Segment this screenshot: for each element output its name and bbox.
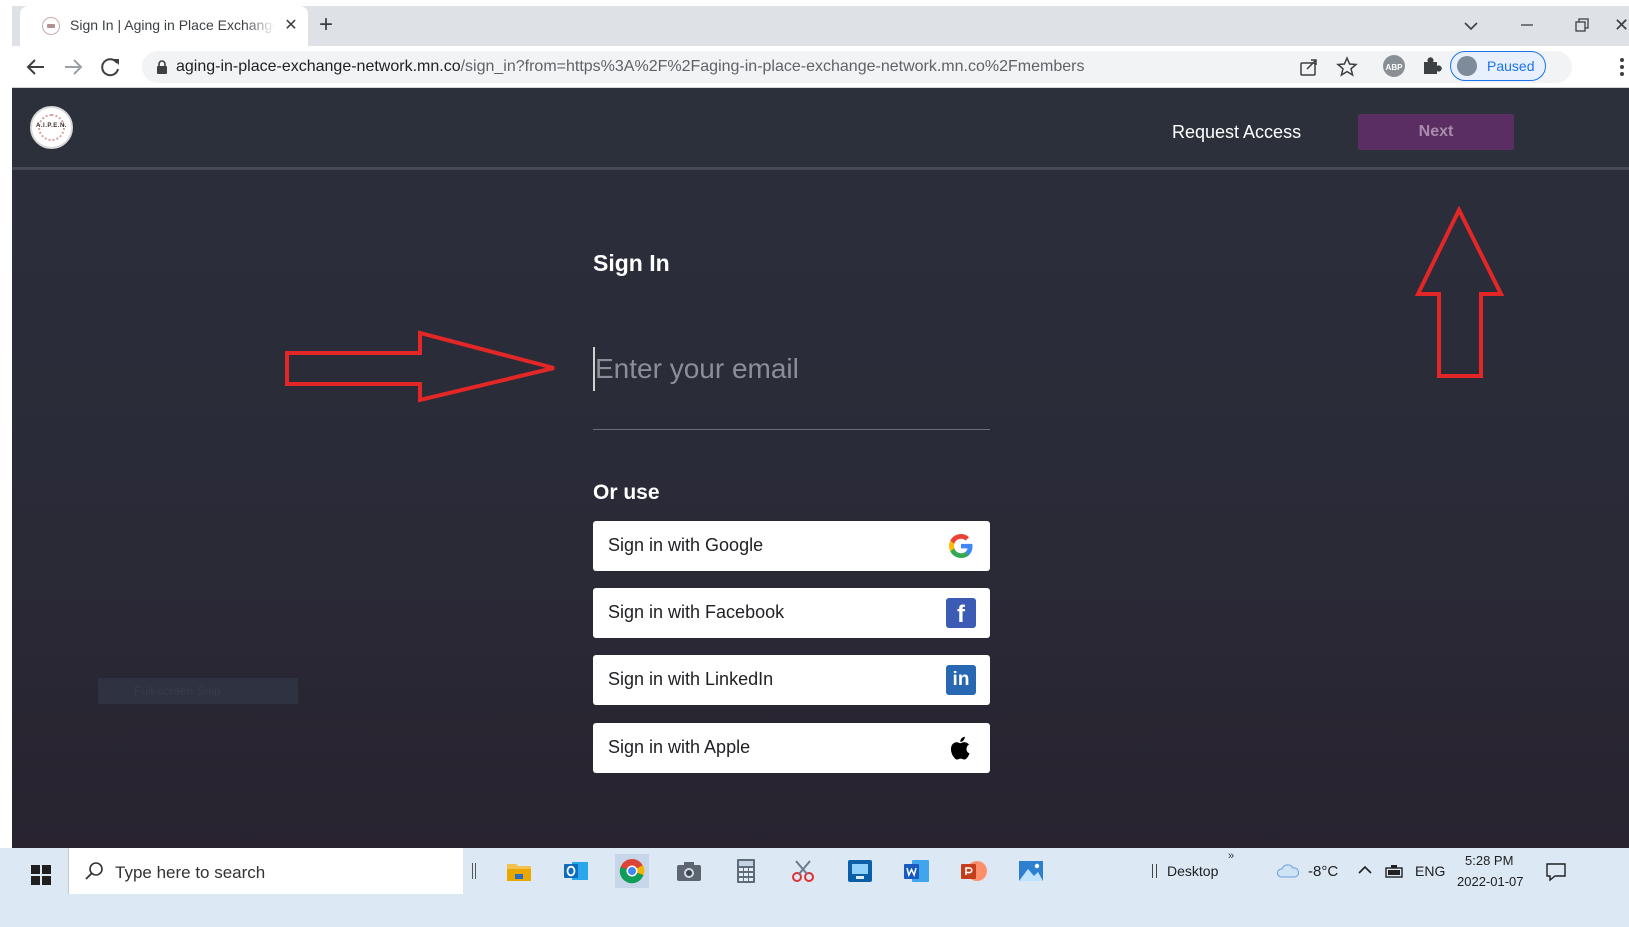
tab-search-icon[interactable] <box>1457 12 1485 40</box>
outlook-icon[interactable] <box>559 854 593 888</box>
window-close-icon[interactable]: ✕ <box>1614 10 1629 40</box>
lock-icon <box>157 60 167 74</box>
search-icon <box>85 862 103 880</box>
chrome-icon[interactable] <box>615 854 649 888</box>
taskbar-separator <box>472 863 476 879</box>
logo-text: A.I.P.E.N. <box>36 123 67 129</box>
google-signin-button[interactable]: Sign in with Google <box>593 521 990 571</box>
screen: Sign In | Aging in Place Exchange ✕ + ✕ … <box>0 0 1629 927</box>
profile-paused-chip[interactable]: Paused <box>1450 51 1546 81</box>
desktop-toolbar-label[interactable]: Desktop <box>1152 863 1218 879</box>
linkedin-signin-label: Sign in with LinkedIn <box>608 669 774 689</box>
linkedin-icon: in <box>946 665 976 695</box>
puzzle-icon[interactable] <box>1418 53 1444 79</box>
taskbar-search-placeholder: Type here to search <box>115 863 266 882</box>
chevron-up-icon[interactable] <box>1357 862 1373 878</box>
reload-icon[interactable] <box>97 53 125 81</box>
file-explorer-icon[interactable] <box>502 854 536 888</box>
facebook-signin-label: Sign in with Facebook <box>608 602 785 622</box>
temperature-label[interactable]: -8°C <box>1308 863 1338 880</box>
notification-icon[interactable] <box>1545 862 1567 882</box>
clock-date[interactable]: 2022-01-07 <box>1457 874 1524 889</box>
site-header: A.I.P.E.N. Request Access Next <box>12 88 1629 170</box>
tab-close-icon[interactable]: ✕ <box>280 15 302 37</box>
apple-signin-button[interactable]: Sign in with Apple <box>593 723 990 773</box>
google-icon <box>949 534 973 558</box>
adblock-label: ABP <box>1386 63 1404 72</box>
browser-tab[interactable]: Sign In | Aging in Place Exchange ✕ <box>20 6 308 46</box>
taskbar: Type here to search Desktop » -8°C ENG 5… <box>0 848 1629 927</box>
restore-icon[interactable] <box>1567 10 1597 40</box>
windows-start-icon[interactable] <box>30 864 52 886</box>
language-indicator[interactable]: ENG <box>1415 863 1445 879</box>
camera-icon[interactable] <box>672 854 706 888</box>
paused-label: Paused <box>1487 58 1535 74</box>
address-bar[interactable]: aging-in-place-exchange-network.mn.co/si… <box>142 51 1572 83</box>
page-title: Sign In <box>593 250 670 276</box>
or-use-heading: Or use <box>593 481 660 504</box>
tab-strip: Sign In | Aging in Place Exchange ✕ + ✕ <box>12 6 1629 46</box>
page-content: A.I.P.E.N. Request Access Next Sign In O… <box>12 88 1629 848</box>
browser-toolbar: aging-in-place-exchange-network.mn.co/si… <box>12 46 1629 88</box>
clock-time[interactable]: 5:28 PM <box>1465 853 1513 868</box>
email-field-wrapper <box>593 343 990 430</box>
word-icon[interactable] <box>900 854 934 888</box>
google-signin-label: Sign in with Google <box>608 535 764 555</box>
favicon-icon <box>42 17 60 35</box>
email-field[interactable] <box>593 347 990 391</box>
forward-icon[interactable] <box>59 53 87 81</box>
taskbar-search-box[interactable]: Type here to search <box>68 848 463 894</box>
snip-ghost-label: Full-screen Snip <box>98 678 298 704</box>
url-host: aging-in-place-exchange-network.mn.co <box>176 58 461 75</box>
weather-icon[interactable] <box>1276 863 1300 879</box>
apple-signin-label: Sign in with Apple <box>608 737 751 757</box>
star-icon[interactable] <box>1335 55 1359 79</box>
request-access-link[interactable]: Request Access <box>1172 122 1301 143</box>
menu-icon[interactable] <box>1618 56 1626 78</box>
apple-icon <box>950 736 970 760</box>
linkedin-signin-button[interactable]: Sign in with LinkedIn in <box>593 655 990 705</box>
minimize-icon[interactable] <box>1512 10 1542 40</box>
red-arrow-right-annotation <box>285 330 555 403</box>
next-button[interactable]: Next <box>1358 114 1514 150</box>
url-text: aging-in-place-exchange-network.mn.co/si… <box>176 58 1084 76</box>
snip-icon[interactable] <box>786 854 820 888</box>
new-tab-button[interactable]: + <box>312 12 340 40</box>
calculator-icon[interactable] <box>729 854 763 888</box>
toolbar-overflow-icon[interactable]: » <box>1228 850 1234 862</box>
powerpoint-icon[interactable] <box>957 854 991 888</box>
url-path: /sign_in?from=https%3A%2F%2Faging-in-pla… <box>460 58 1085 75</box>
red-arrow-up-annotation <box>1414 205 1505 378</box>
remote-desktop-icon[interactable] <box>843 854 877 888</box>
share-icon[interactable] <box>1297 55 1321 79</box>
photos-icon[interactable] <box>1014 854 1048 888</box>
back-icon[interactable] <box>22 53 50 81</box>
site-logo[interactable]: A.I.P.E.N. <box>30 106 73 149</box>
tab-title: Sign In | Aging in Place Exchange <box>70 17 275 33</box>
network-icon[interactable] <box>1384 862 1404 880</box>
adblock-icon[interactable]: ABP <box>1381 53 1407 79</box>
avatar <box>1457 56 1477 76</box>
facebook-signin-button[interactable]: Sign in with Facebook f <box>593 588 990 638</box>
facebook-icon: f <box>946 598 976 628</box>
